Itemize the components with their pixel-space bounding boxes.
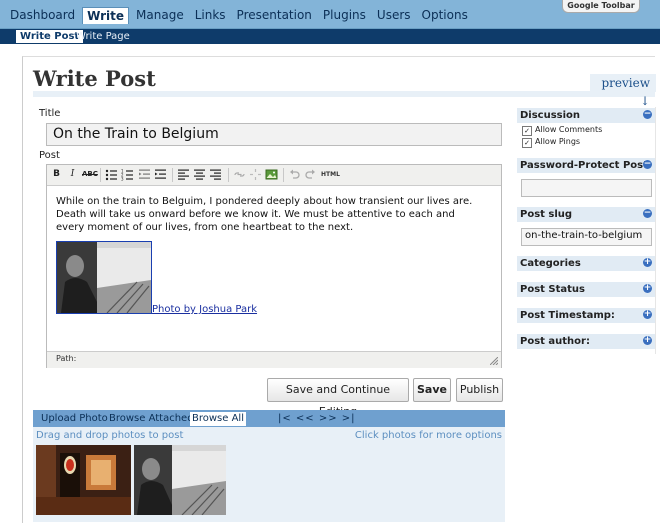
insert-image-icon[interactable]	[265, 168, 278, 181]
expand-icon[interactable]: +	[643, 336, 652, 345]
toolbar-separator	[283, 168, 284, 182]
nav-options[interactable]: Options	[418, 7, 472, 24]
admin-top-nav: Dashboard Write Manage Links Presentatio…	[0, 0, 660, 29]
nav-dashboard[interactable]: Dashboard	[6, 7, 79, 24]
post-timestamp-title: Post Timestamp:	[520, 310, 615, 321]
post-content-text[interactable]: While on the train to Belguim, I pondere…	[56, 195, 486, 234]
redo-icon[interactable]	[304, 168, 317, 181]
save-continue-button[interactable]: Save and Continue Editing	[267, 378, 409, 418]
post-slug-title: Post slug	[520, 209, 573, 220]
tab-browse-all[interactable]: Browse All	[190, 412, 246, 426]
photo-thumbnail[interactable]	[36, 445, 131, 515]
resize-handle-icon[interactable]	[490, 357, 498, 365]
save-button[interactable]: Save	[413, 378, 451, 402]
password-input[interactable]	[521, 179, 652, 197]
post-label: Post	[39, 150, 60, 161]
indent-icon[interactable]	[154, 168, 167, 181]
editor-toolbar: B I ABC 123 HTML	[47, 165, 501, 186]
path-label: Path:	[56, 354, 77, 363]
bold-button[interactable]: B	[50, 168, 63, 181]
nav-manage[interactable]: Manage	[132, 7, 188, 24]
post-status-header[interactable]: Post Status +	[517, 282, 655, 297]
collapse-icon[interactable]: −	[643, 110, 652, 119]
align-center-icon[interactable]	[193, 168, 206, 181]
align-left-icon[interactable]	[177, 168, 190, 181]
collapse-icon[interactable]: −	[643, 209, 652, 218]
expand-icon[interactable]: +	[643, 258, 652, 267]
title-input[interactable]: On the Train to Belgium	[46, 123, 502, 146]
link-icon[interactable]	[233, 168, 246, 181]
post-author-title: Post author:	[520, 336, 590, 347]
subnav-write-page[interactable]: Write Page	[72, 30, 134, 43]
nav-users[interactable]: Users	[373, 7, 415, 24]
password-title: Password-Protect Post	[520, 160, 648, 171]
page-title: Write Post	[33, 66, 156, 91]
svg-text:3: 3	[121, 177, 124, 182]
click-hint: Click photos for more options	[354, 430, 502, 441]
toolbar-separator	[172, 168, 173, 182]
nav-plugins[interactable]: Plugins	[319, 7, 370, 24]
post-author-header[interactable]: Post author: +	[517, 334, 655, 349]
italic-button[interactable]: I	[66, 168, 79, 181]
unlink-icon[interactable]	[249, 168, 262, 181]
numbered-list-icon[interactable]: 123	[121, 168, 134, 182]
align-right-icon[interactable]	[209, 168, 222, 181]
toolbar-separator	[100, 168, 101, 182]
post-editor: B I ABC 123 HTML While on the train to B…	[46, 164, 502, 368]
password-header[interactable]: Password-Protect Post −	[517, 158, 655, 173]
outdent-icon[interactable]	[138, 168, 151, 181]
allow-comments-label: Allow Comments	[535, 125, 603, 134]
admin-sub-nav: Write Post Write Page	[0, 29, 660, 44]
editor-path-bar: Path:	[47, 351, 501, 368]
categories-title: Categories	[520, 258, 581, 269]
upload-panel: Upload Photo Browse Attached Browse All …	[33, 410, 505, 522]
allow-pings-label: Allow Pings	[535, 137, 581, 146]
nav-write[interactable]: Write	[82, 7, 130, 24]
allow-pings-checkbox[interactable]: ✓ Allow Pings	[522, 137, 580, 148]
bullet-list-icon[interactable]	[105, 168, 118, 181]
checkbox-checked-icon[interactable]: ✓	[522, 126, 532, 136]
allow-comments-checkbox[interactable]: ✓ Allow Comments	[522, 125, 602, 136]
post-status-title: Post Status	[520, 284, 585, 295]
title-underline	[33, 91, 655, 97]
post-slug-input[interactable]: on-the-train-to-belgium	[521, 228, 652, 246]
photo-thumbnail[interactable]	[134, 445, 226, 515]
discussion-header[interactable]: Discussion −	[517, 108, 655, 123]
embedded-photo[interactable]	[56, 241, 152, 314]
categories-header[interactable]: Categories +	[517, 256, 655, 271]
drag-hint: Drag and drop photos to post	[36, 430, 184, 441]
toolbar-separator	[228, 168, 229, 182]
expand-icon[interactable]: +	[643, 284, 652, 293]
tab-upload-photo[interactable]: Upload Photo	[41, 412, 108, 426]
post-slug-header[interactable]: Post slug −	[517, 207, 655, 222]
nav-presentation[interactable]: Presentation	[233, 7, 316, 24]
title-label: Title	[39, 108, 61, 119]
publish-button[interactable]: Publish	[456, 378, 503, 402]
photo-pager[interactable]: |< << >> >|	[278, 412, 356, 426]
upload-tabs: Upload Photo Browse Attached Browse All …	[33, 410, 505, 427]
google-toolbar-tab[interactable]: Google Toolbar	[562, 0, 640, 13]
strikethrough-button[interactable]: ABC	[82, 168, 98, 181]
checkbox-checked-icon[interactable]: ✓	[522, 138, 532, 148]
collapse-icon[interactable]: −	[643, 160, 652, 169]
post-timestamp-header[interactable]: Post Timestamp: +	[517, 308, 655, 323]
photo-credit-link[interactable]: Photo by Joshua Park	[152, 304, 257, 315]
undo-icon[interactable]	[288, 168, 301, 181]
expand-icon[interactable]: +	[643, 310, 652, 319]
nav-links[interactable]: Links	[191, 7, 230, 24]
top-menu: Dashboard Write Manage Links Presentatio…	[6, 7, 475, 24]
tab-browse-attached[interactable]: Browse Attached	[109, 412, 194, 426]
html-source-button[interactable]: HTML	[321, 168, 340, 181]
preview-link[interactable]: preview ↓	[590, 74, 656, 108]
discussion-title: Discussion	[520, 110, 581, 121]
